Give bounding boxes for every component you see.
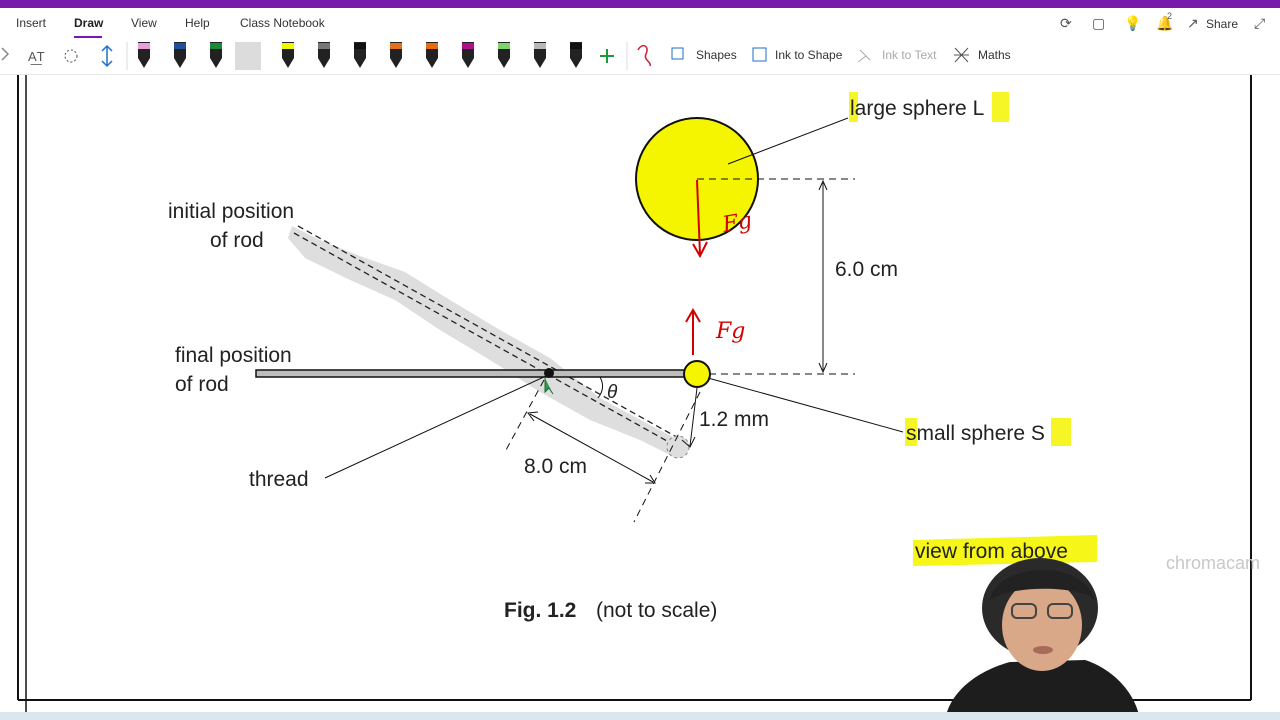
tab-view[interactable]: View xyxy=(131,16,157,30)
highlighter-yellow-icon[interactable] xyxy=(282,42,294,68)
tab-insert[interactable]: Insert xyxy=(16,16,46,30)
ink-arrow-up xyxy=(685,308,701,355)
maths-icon xyxy=(954,47,969,63)
label-mm: 1.2 mm xyxy=(699,408,769,431)
app-accent-bar xyxy=(0,0,1280,8)
highlighter-green-icon[interactable] xyxy=(498,42,510,68)
tab-help[interactable]: Help xyxy=(185,16,210,30)
highlight-large-letter xyxy=(992,92,1009,122)
draw-toolbar: A͟T Shapes Ink to Shape Ink to Text Math… xyxy=(0,38,1280,75)
notification-count: 2 xyxy=(1167,11,1173,21)
ink-fg-bottom: Fg xyxy=(715,319,745,344)
shapes-icon xyxy=(671,47,684,60)
label-initial-position-line2: of rod xyxy=(210,229,264,252)
webcam-presenter xyxy=(945,558,1140,720)
end-extension xyxy=(633,391,701,523)
label-distance: 6.0 cm xyxy=(835,258,898,281)
add-pen-icon xyxy=(600,49,614,63)
share-icon[interactable]: ↗ xyxy=(1187,15,1199,32)
label-final-position-line1: final position xyxy=(175,344,292,367)
pen-gray-icon[interactable] xyxy=(318,42,330,68)
large-sphere-leader xyxy=(727,117,849,165)
ink-replay-icon xyxy=(637,44,652,67)
notebook-canvas[interactable]: large sphere L initial position of rod f… xyxy=(0,75,1280,720)
initial-rod-shading xyxy=(288,226,688,458)
ink-to-shape-icon xyxy=(752,47,767,62)
type-select-icon: A͟T xyxy=(28,49,45,65)
small-sphere xyxy=(683,360,711,388)
label-theta: θ xyxy=(607,382,618,403)
pen-purple-icon[interactable] xyxy=(462,42,474,68)
small-sphere-initial xyxy=(666,435,690,459)
label-thread: thread xyxy=(249,468,309,491)
pen-silver-icon[interactable] xyxy=(534,42,546,68)
toolbar-icons: A͟T xyxy=(1,42,969,70)
expand-icon[interactable]: ⤢ xyxy=(1254,15,1265,32)
undo-icon xyxy=(1,47,10,61)
tab-draw[interactable]: Draw xyxy=(74,16,103,30)
ribbon-tabs: Insert Draw View Help Class Notebook ⟳ ▢… xyxy=(0,8,1280,38)
shapes-button[interactable]: Shapes xyxy=(696,48,737,62)
pen-black-icon[interactable] xyxy=(354,42,366,68)
pen-pink-marker-icon[interactable] xyxy=(138,42,150,68)
pen-blue-icon[interactable] xyxy=(174,42,186,68)
pen-multicolor-icon[interactable] xyxy=(390,42,402,68)
pen-orange-icon[interactable] xyxy=(426,42,438,68)
share-button[interactable]: Share xyxy=(1206,17,1238,31)
caption-figure-number: Fig. 1.2 xyxy=(504,599,576,622)
ink-to-text-icon xyxy=(857,49,871,63)
lightbulb-icon[interactable]: 💡 xyxy=(1124,15,1141,32)
highlight-small-letter xyxy=(1051,418,1071,446)
pen-black-2-icon[interactable] xyxy=(570,42,582,68)
tab-class-notebook[interactable]: Class Notebook xyxy=(240,16,325,30)
selected-pen-highlight xyxy=(235,42,261,70)
page-view-icon[interactable]: ▢ xyxy=(1092,15,1105,32)
ink-to-text-button[interactable]: Ink to Text xyxy=(882,48,936,62)
ink-fg-top: Fg xyxy=(720,208,754,238)
ink-to-shape-button[interactable]: Ink to Shape xyxy=(775,48,842,62)
pen-green-icon[interactable] xyxy=(210,42,222,68)
lasso-select-icon xyxy=(64,49,78,63)
label-large-sphere: large sphere L xyxy=(850,97,984,120)
watermark: chromacam xyxy=(1166,553,1260,573)
label-initial-position-line1: initial position xyxy=(168,200,294,223)
thread-leader xyxy=(324,375,547,479)
add-space-icon xyxy=(101,44,113,68)
caption-note: (not to scale) xyxy=(596,599,717,622)
final-rod xyxy=(255,369,687,378)
sync-icon[interactable]: ⟳ xyxy=(1060,15,1072,32)
label-length: 8.0 cm xyxy=(524,455,587,478)
label-final-position-line2: of rod xyxy=(175,373,229,396)
theta-arc xyxy=(597,376,604,399)
maths-button[interactable]: Maths xyxy=(978,48,1011,62)
taskbar-strip xyxy=(0,712,1280,720)
label-small-sphere: small sphere S xyxy=(906,422,1045,445)
mm-dimension xyxy=(689,387,698,447)
